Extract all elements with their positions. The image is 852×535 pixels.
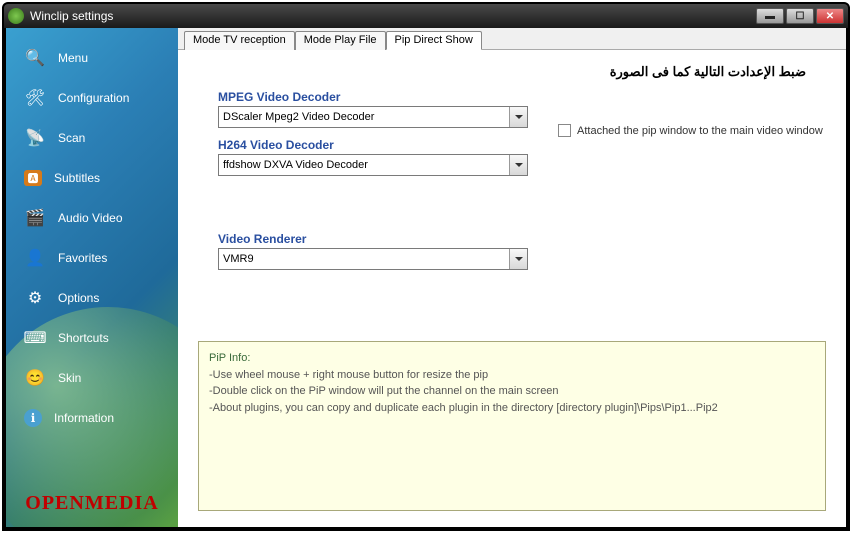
mpeg-decoder-value: DScaler Mpeg2 Video Decoder: [223, 111, 374, 123]
minimize-button[interactable]: ▬: [756, 8, 784, 24]
window-title: Winclip settings: [30, 9, 756, 23]
letter-a-icon: 🅰: [24, 170, 42, 186]
attach-pip-label: Attached the pip window to the main vide…: [577, 125, 823, 137]
tab-tv-reception[interactable]: Mode TV reception: [184, 31, 295, 50]
sidebar-item-favorites[interactable]: 👤 Favorites: [6, 238, 178, 278]
pip-info-line: -Use wheel mouse + right mouse button fo…: [209, 367, 815, 384]
sidebar-item-audiovideo[interactable]: 🎬 Audio Video: [6, 198, 178, 238]
pip-info-title: PiP Info:: [209, 350, 815, 367]
info-icon: ℹ: [24, 409, 42, 427]
sidebar-item-label: Menu: [58, 51, 88, 65]
tab-pip-direct-show[interactable]: Pip Direct Show: [386, 31, 482, 50]
gear-icon: ⚙: [24, 287, 46, 309]
mpeg-decoder-label: MPEG Video Decoder: [218, 90, 826, 104]
pip-info-box: PiP Info: -Use wheel mouse + right mouse…: [198, 341, 826, 511]
brand-label: OPENMEDIA: [6, 492, 178, 515]
h264-decoder-label: H264 Video Decoder: [218, 138, 826, 152]
sidebar-item-label: Skin: [58, 371, 81, 385]
tab-play-file[interactable]: Mode Play File: [295, 31, 386, 50]
tab-bar: Mode TV reception Mode Play File Pip Dir…: [178, 28, 846, 50]
h264-decoder-value: ffdshow DXVA Video Decoder: [223, 159, 368, 171]
chevron-down-icon[interactable]: [509, 249, 527, 269]
satellite-icon: 📡: [24, 127, 46, 149]
film-icon: 🎬: [24, 207, 46, 229]
tools-icon: 🛠: [24, 87, 46, 109]
video-renderer-label: Video Renderer: [218, 232, 826, 246]
sidebar-item-menu[interactable]: 🔍 Menu: [6, 38, 178, 78]
magnifier-icon: 🔍: [24, 47, 46, 69]
sidebar-item-options[interactable]: ⚙ Options: [6, 278, 178, 318]
close-button[interactable]: ✕: [816, 8, 844, 24]
sidebar-item-label: Shortcuts: [58, 331, 109, 345]
sidebar-item-label: Options: [58, 291, 99, 305]
sidebar-item-skin[interactable]: 😊 Skin: [6, 358, 178, 398]
attach-pip-row: Attached the pip window to the main vide…: [558, 124, 823, 137]
app-window: Winclip settings ▬ ☐ ✕ 🔍 Menu 🛠 Configur…: [2, 2, 850, 531]
sidebar-item-shortcuts[interactable]: ⌨ Shortcuts: [6, 318, 178, 358]
sidebar-item-label: Configuration: [58, 91, 129, 105]
chevron-down-icon[interactable]: [509, 155, 527, 175]
tab-page: ضبط الإعدادت التالية كما فى الصورة MPEG …: [178, 50, 846, 527]
sidebar-item-scan[interactable]: 📡 Scan: [6, 118, 178, 158]
sidebar-item-label: Information: [54, 411, 114, 425]
instruction-text: ضبط الإعدادت التالية كما فى الصورة: [218, 64, 826, 80]
video-renderer-value: VMR9: [223, 253, 254, 265]
smiley-icon: 😊: [24, 367, 46, 389]
sidebar-item-label: Favorites: [58, 251, 107, 265]
app-icon: [8, 8, 24, 24]
pip-info-line: -Double click on the PiP window will put…: [209, 383, 815, 400]
attach-pip-checkbox[interactable]: [558, 124, 571, 137]
user-icon: 👤: [24, 247, 46, 269]
maximize-button[interactable]: ☐: [786, 8, 814, 24]
h264-decoder-select[interactable]: ffdshow DXVA Video Decoder: [218, 154, 528, 176]
video-renderer-select[interactable]: VMR9: [218, 248, 528, 270]
content-area: Mode TV reception Mode Play File Pip Dir…: [178, 28, 846, 527]
sidebar-item-label: Audio Video: [58, 211, 123, 225]
sidebar-items: 🔍 Menu 🛠 Configuration 📡 Scan 🅰 Subtitle…: [6, 28, 178, 438]
mpeg-decoder-select[interactable]: DScaler Mpeg2 Video Decoder: [218, 106, 528, 128]
sidebar-item-label: Subtitles: [54, 171, 100, 185]
window-controls: ▬ ☐ ✕: [756, 8, 844, 24]
client-area: 🔍 Menu 🛠 Configuration 📡 Scan 🅰 Subtitle…: [6, 28, 846, 527]
sidebar: 🔍 Menu 🛠 Configuration 📡 Scan 🅰 Subtitle…: [6, 28, 178, 527]
sidebar-item-information[interactable]: ℹ Information: [6, 398, 178, 438]
keyboard-icon: ⌨: [24, 327, 46, 349]
sidebar-item-label: Scan: [58, 131, 85, 145]
titlebar[interactable]: Winclip settings ▬ ☐ ✕: [4, 4, 848, 28]
chevron-down-icon[interactable]: [509, 107, 527, 127]
pip-info-line: -About plugins, you can copy and duplica…: [209, 400, 815, 417]
sidebar-item-subtitles[interactable]: 🅰 Subtitles: [6, 158, 178, 198]
sidebar-item-configuration[interactable]: 🛠 Configuration: [6, 78, 178, 118]
